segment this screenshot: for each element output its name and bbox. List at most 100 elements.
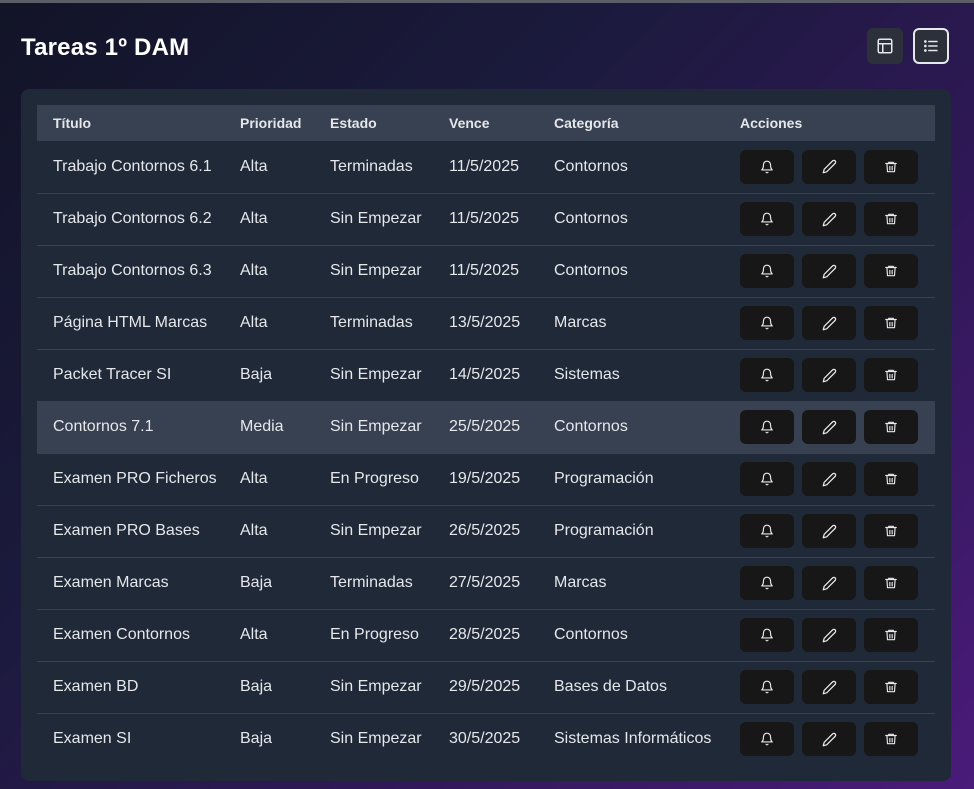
cell-prioridad: Alta [240,522,268,539]
cell-prioridad: Baja [240,730,273,748]
cell-estado: Sin Empezar [330,262,422,279]
cell-titulo: Examen SI [53,730,132,748]
cell-vence: 11/5/2025 [449,262,519,279]
bell-icon [761,472,773,486]
bell-icon [761,420,773,434]
edit-button[interactable] [802,410,856,444]
reminder-button[interactable] [740,202,794,236]
reminder-button[interactable] [740,514,794,548]
page-header: Tareas 1º DAM [21,28,951,68]
cell-acciones [724,401,935,453]
list-view-button[interactable] [913,28,949,64]
delete-button[interactable] [864,254,918,288]
cell-titulo: Examen Contornos [53,626,190,643]
table-row[interactable]: Examen PRO Ficheros Alta En Progreso 19/5/2… [37,453,935,505]
bell-icon [761,368,773,382]
delete-button[interactable] [864,358,918,392]
delete-button[interactable] [864,722,918,757]
edit-button[interactable] [802,618,856,652]
delete-button[interactable] [864,566,918,600]
delete-button[interactable] [864,618,918,652]
cell-vence: 29/5/2025 [449,678,521,695]
cell-titulo: Trabajo Contornos 6.2 [53,210,212,227]
reminder-button[interactable] [740,149,794,184]
pencil-icon [822,316,836,330]
delete-button[interactable] [864,514,918,548]
reminder-button[interactable] [740,254,794,288]
edit-button[interactable] [802,306,856,340]
edit-button[interactable] [802,358,856,392]
row-actions [740,566,935,600]
table-row[interactable]: Examen SI Baja Sin Empezar 30/5/2025 Sistema… [37,713,935,765]
cell-categoria: Contornos [554,418,628,435]
table-row[interactable]: Examen BD Baja Sin Empezar 29/5/2025 Bases d… [37,661,935,713]
cell-acciones [724,505,935,557]
column-header-vence[interactable]: Vence [433,105,538,141]
column-header-categoria[interactable]: Categoría [538,105,724,141]
edit-button[interactable] [802,462,856,496]
cell-prioridad: Baja [240,574,273,591]
table-header-row: Título Prioridad Estado Vence Categoría … [37,105,935,141]
cell-categoria: Sistemas [554,366,620,383]
reminder-button[interactable] [740,670,794,704]
cell-acciones [724,297,935,349]
column-header-titulo[interactable]: Título [37,105,224,141]
reminder-button[interactable] [740,462,794,496]
reminder-button[interactable] [740,410,794,444]
row-actions [740,462,935,496]
layout-icon [877,38,893,54]
cell-estado: En Progreso [330,626,419,643]
table-row[interactable]: Examen Marcas Baja Terminadas 27/5/2025 Marc… [37,557,935,609]
row-actions [740,149,935,184]
pencil-icon [822,576,836,590]
cell-categoria: Programación [554,470,654,487]
cell-estado: Sin Empezar [330,522,422,539]
delete-button[interactable] [864,462,918,496]
trash-icon [885,734,897,745]
row-actions [740,670,935,704]
column-header-estado[interactable]: Estado [314,105,433,141]
delete-button[interactable] [864,410,918,444]
column-header-prioridad[interactable]: Prioridad [224,105,314,141]
delete-button[interactable] [864,202,918,236]
table-row[interactable]: Trabajo Contornos 6.1 Alta Terminadas 11/5/… [37,141,935,193]
reminder-button[interactable] [740,618,794,652]
cell-prioridad: Baja [240,678,273,695]
reminder-button[interactable] [740,566,794,600]
pencil-icon [822,524,836,538]
edit-button[interactable] [802,722,856,757]
pencil-icon [822,160,836,174]
edit-button[interactable] [802,202,856,236]
table-row[interactable]: Packet Tracer SI Baja Sin Empezar 14/5/2025… [37,349,935,401]
edit-button[interactable] [802,566,856,600]
trash-icon [885,317,897,329]
cell-acciones [724,609,935,661]
tasks-table: Título Prioridad Estado Vence Categoría … [37,105,935,765]
trash-icon [885,369,897,381]
reminder-button[interactable] [740,306,794,340]
table-row[interactable]: Contornos 7.1 Media Sin Empezar 25/5/2025 Co… [37,401,935,453]
cell-prioridad: Alta [240,210,268,227]
reminder-button[interactable] [740,722,794,757]
cell-estado: Sin Empezar [330,678,422,695]
reminder-button[interactable] [740,358,794,392]
delete-button[interactable] [864,149,918,184]
cell-acciones [724,661,935,713]
delete-button[interactable] [864,306,918,340]
edit-button[interactable] [802,514,856,548]
edit-button[interactable] [802,670,856,704]
cell-acciones [724,245,935,297]
pencil-icon [822,628,836,642]
bell-icon [761,576,773,590]
table-row[interactable]: Trabajo Contornos 6.2 Alta Sin Empezar 11/5… [37,193,935,245]
table-row[interactable]: Página HTML Marcas Alta Terminadas 13/5/202… [37,297,935,349]
table-row[interactable]: Trabajo Contornos 6.3 Alta Sin Empezar 11/5… [37,245,935,297]
table-row[interactable]: Examen Contornos Alta En Progreso 28/5/2025… [37,609,935,661]
grid-view-button[interactable] [867,28,903,64]
edit-button[interactable] [802,254,856,288]
trash-icon [885,473,897,485]
delete-button[interactable] [864,670,918,704]
table-row[interactable]: Examen PRO Bases Alta Sin Empezar 26/5/2025… [37,505,935,557]
edit-button[interactable] [802,149,856,184]
cell-categoria: Marcas [554,314,607,331]
